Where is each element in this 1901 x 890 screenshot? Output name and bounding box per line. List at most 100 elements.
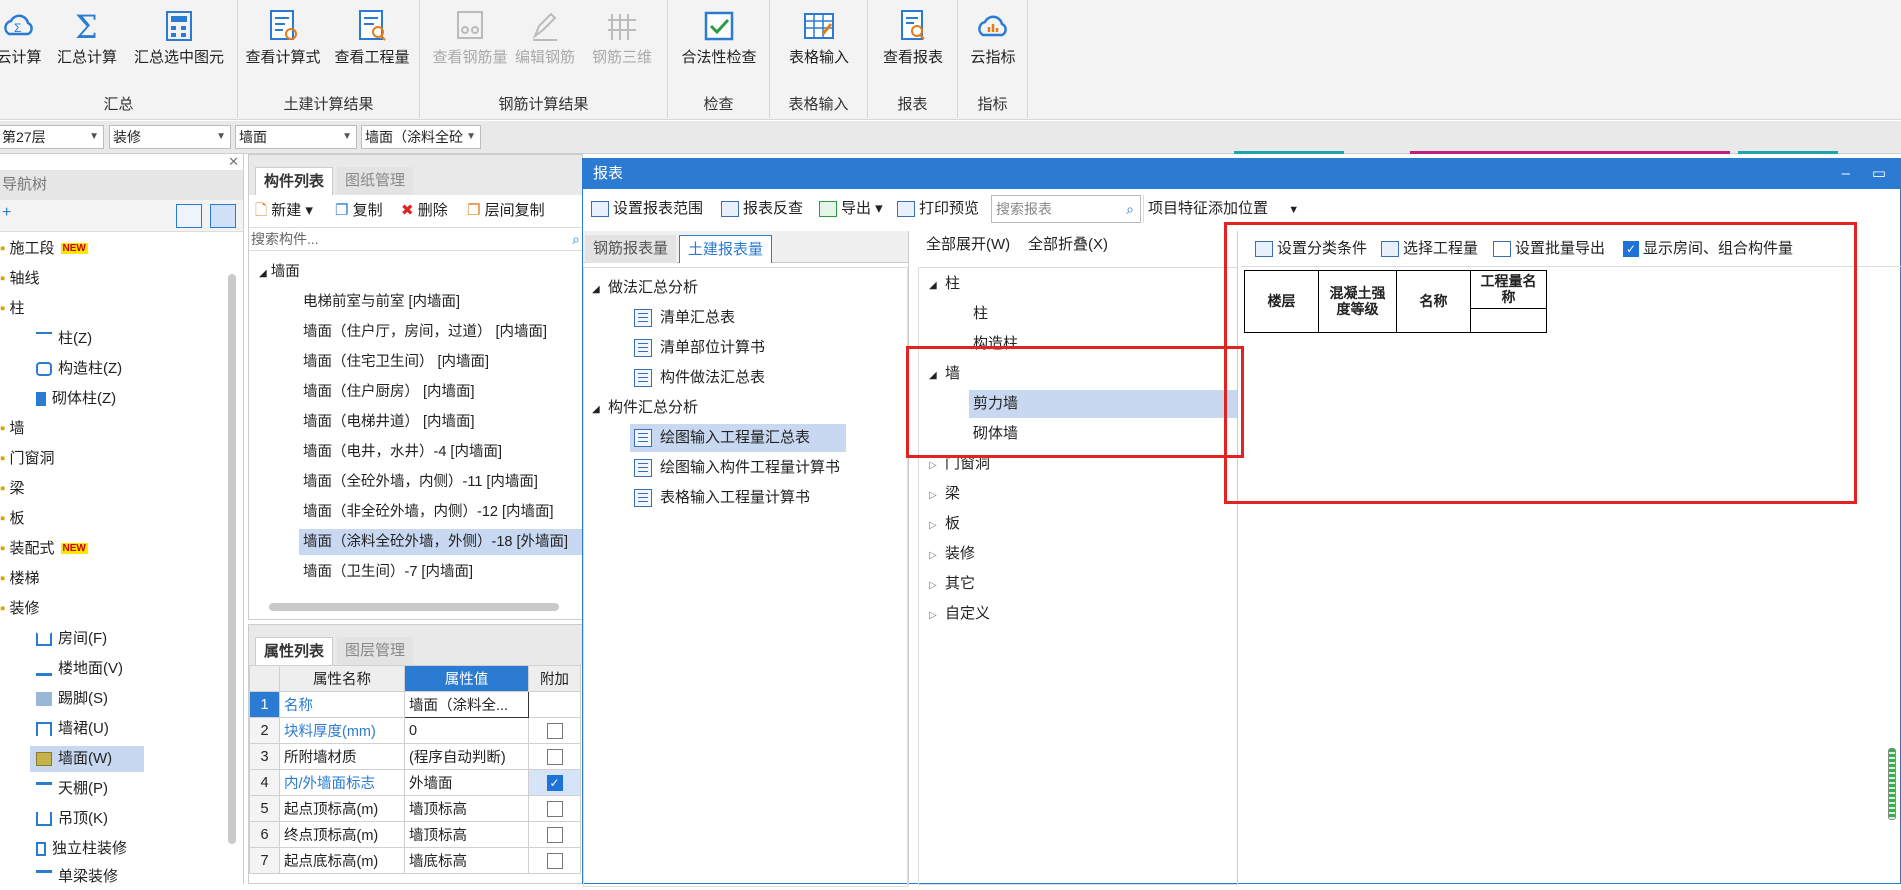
category-collapsed[interactable]: ▷ 梁 <box>929 480 960 508</box>
collapse-all-button[interactable]: 全部折叠(X) <box>1028 231 1108 259</box>
feature-position-dropdown[interactable]: 项目特征添加位置 ▼ <box>1143 195 1299 223</box>
nav-item-prefab[interactable]: ▪ 装配式 NEW <box>0 536 88 562</box>
prop-value[interactable]: 墙底标高 <box>404 847 529 874</box>
type-select[interactable]: 墙面 ▼ <box>235 125 357 149</box>
tab-rebar-report[interactable]: 钢筋报表量 <box>585 235 677 263</box>
list-item[interactable]: 电梯前室与前室 [内墙面] <box>303 289 460 315</box>
new-button[interactable]: 🗋 新建 ▾ <box>255 195 313 227</box>
nav-item-skirting[interactable]: 踢脚(S) <box>36 686 108 712</box>
tab-civil-report[interactable]: 土建报表量 <box>679 235 773 263</box>
nav-item-column-deco[interactable]: 独立柱装修 <box>36 836 127 862</box>
cloud-calc-button[interactable]: Σ 云计算 <box>0 4 44 74</box>
minimize-icon[interactable]: – <box>1842 159 1850 189</box>
category-collapsed[interactable]: ▷ 板 <box>929 510 960 538</box>
copy-button[interactable]: ❐ 复制 <box>335 195 383 227</box>
category-column[interactable]: ◢ 柱 <box>929 270 960 298</box>
view-quantity-button[interactable]: 查看工程量 <box>328 4 416 74</box>
category-select[interactable]: 装修 ▼ <box>109 125 231 149</box>
list-item[interactable]: 墙面（住宅卫生间） [内墙面] <box>303 349 489 375</box>
list-item[interactable]: 墙面（非全砼外墙，内侧）-12 [内墙面] <box>303 499 554 525</box>
report-item[interactable]: 清单汇总表 <box>634 304 735 332</box>
extra-checkbox[interactable] <box>546 748 563 765</box>
report-item-selected[interactable]: 绘图输入工程量汇总表 <box>630 424 846 452</box>
set-report-range-button[interactable]: 设置报表范围 <box>591 195 703 223</box>
nav-item-openings[interactable]: ▪ 门窗洞 <box>0 446 55 472</box>
nav-item-wall-surface[interactable]: 墙面(W) <box>30 746 144 772</box>
report-item[interactable]: 表格输入工程量计算书 <box>634 484 810 512</box>
nav-item-beam[interactable]: ▪ 梁 <box>0 476 25 502</box>
view-report-button[interactable]: 查看报表 <box>870 4 956 74</box>
tree-group-component[interactable]: ◢ 构件汇总分析 <box>592 394 698 422</box>
delete-button[interactable]: ✖ 删除 <box>401 195 448 227</box>
nav-item-masonry-column[interactable]: 砌体柱(Z) <box>36 386 116 412</box>
horizontal-scrollbar[interactable] <box>269 603 559 611</box>
tree-group-method[interactable]: ◢ 做法汇总分析 <box>592 274 698 302</box>
nav-item-decoration[interactable]: ▪ 装修 <box>0 596 40 622</box>
nav-item-floor[interactable]: 楼地面(V) <box>36 656 123 682</box>
expand-all-button[interactable]: 全部展开(W) <box>926 231 1010 259</box>
export-button[interactable]: 导出 ▾ <box>819 195 883 223</box>
add-icon[interactable]: + <box>2 204 11 222</box>
tree-root-wall-surface[interactable]: ◢ 墙面 <box>259 259 300 285</box>
category-collapsed[interactable]: ▷ 其它 <box>929 570 975 598</box>
list-item-selected[interactable]: 墙面（涂料全砼外墙，外侧）-18 [外墙面] <box>299 529 584 555</box>
nav-item-column[interactable]: ▪ 柱 <box>0 296 25 322</box>
extra-checkbox[interactable] <box>546 852 563 869</box>
table-input-button[interactable]: 表格输入 <box>774 4 864 74</box>
extra-checkbox[interactable] <box>546 722 563 739</box>
report-item[interactable]: 构件做法汇总表 <box>634 364 765 392</box>
list-view-icon[interactable] <box>176 204 202 228</box>
nav-item-room[interactable]: 房间(F) <box>36 626 107 652</box>
tab-drawing-manage[interactable]: 图纸管理 <box>337 167 414 195</box>
extra-checkbox[interactable] <box>546 800 563 817</box>
floor-select[interactable]: 第27层 ▼ <box>0 125 104 149</box>
prop-value[interactable]: 外墙面 <box>404 769 529 796</box>
tab-layer-manage[interactable]: 图层管理 <box>337 637 414 665</box>
nav-item-suspended-ceiling[interactable]: 吊顶(K) <box>36 806 108 832</box>
list-item[interactable]: 墙面（电梯井道） [内墙面] <box>303 409 475 435</box>
print-preview-button[interactable]: 打印预览 <box>897 195 979 223</box>
report-item[interactable]: 绘图输入构件工程量计算书 <box>634 454 840 482</box>
prop-value[interactable]: 墙顶标高 <box>404 795 529 822</box>
category-item[interactable]: 柱 <box>973 300 988 328</box>
extra-checkbox-checked[interactable]: ✓ <box>546 774 563 791</box>
card-view-icon[interactable] <box>210 204 236 228</box>
edit-rebar-button[interactable]: 编辑钢筋 <box>512 4 578 74</box>
nav-scrollbar[interactable] <box>228 274 236 844</box>
nav-item-axis[interactable]: ▪ 轴线 <box>0 266 40 292</box>
list-item[interactable]: 墙面（住户厅，房间，过道） [内墙面] <box>303 319 547 345</box>
category-collapsed[interactable]: ▷ 装修 <box>929 540 975 568</box>
tab-component-list[interactable]: 构件列表 <box>255 167 334 195</box>
view-formula-button[interactable]: 查看计算式 <box>240 4 326 74</box>
nav-item-column-z[interactable]: 柱(Z) <box>36 326 92 352</box>
prop-value[interactable]: 墙面（涂料全... <box>404 691 529 718</box>
maximize-icon[interactable]: ▭ <box>1872 159 1886 189</box>
summary-calc-button[interactable]: Σ 汇总计算 <box>52 4 122 74</box>
nav-item-dado[interactable]: 墙裙(U) <box>36 716 109 742</box>
item-select[interactable]: 墙面（涂料全砼 ▼ <box>361 125 481 149</box>
nav-item-ceiling[interactable]: 天棚(P) <box>36 776 108 802</box>
floor-copy-button[interactable]: ❐ 层间复制 <box>467 195 545 227</box>
cloud-index-button[interactable]: 云指标 <box>960 4 1026 74</box>
report-reverse-button[interactable]: 报表反查 <box>721 195 803 223</box>
list-item[interactable]: 墙面（电井，水井）-4 [内墙面] <box>303 439 502 465</box>
prop-value[interactable]: (程序自动判断) <box>404 743 529 770</box>
nav-item-stairs[interactable]: ▪ 楼梯 <box>0 566 40 592</box>
prop-value[interactable]: 墙顶标高 <box>404 821 529 848</box>
nav-item-constr-column[interactable]: 构造柱(Z) <box>36 356 122 382</box>
summary-selected-button[interactable]: 汇总选中图元 <box>124 4 234 74</box>
report-search-input[interactable]: 搜索报表 ⌕ <box>991 195 1141 223</box>
report-item[interactable]: 清单部位计算书 <box>634 334 765 362</box>
list-item[interactable]: 墙面（全砼外墙，内侧）-11 [内墙面] <box>303 469 538 495</box>
prop-value[interactable]: 0 <box>404 717 529 744</box>
component-search-input[interactable]: 搜索构件... ⌕ <box>249 227 582 251</box>
list-item[interactable]: 墙面（住户厨房） [内墙面] <box>303 379 475 405</box>
rebar-3d-button[interactable]: 钢筋三维 <box>582 4 662 74</box>
validity-check-button[interactable]: 合法性检查 <box>672 4 766 74</box>
category-collapsed[interactable]: ▷ 自定义 <box>929 600 990 628</box>
nav-item-beam-deco[interactable]: 单梁装修 <box>36 864 118 890</box>
extra-checkbox[interactable] <box>546 826 563 843</box>
nav-item-wall[interactable]: ▪ 墙 <box>0 416 25 442</box>
close-icon[interactable]: ✕ <box>228 154 239 170</box>
view-rebar-button[interactable]: 查看钢筋量 <box>432 4 508 74</box>
